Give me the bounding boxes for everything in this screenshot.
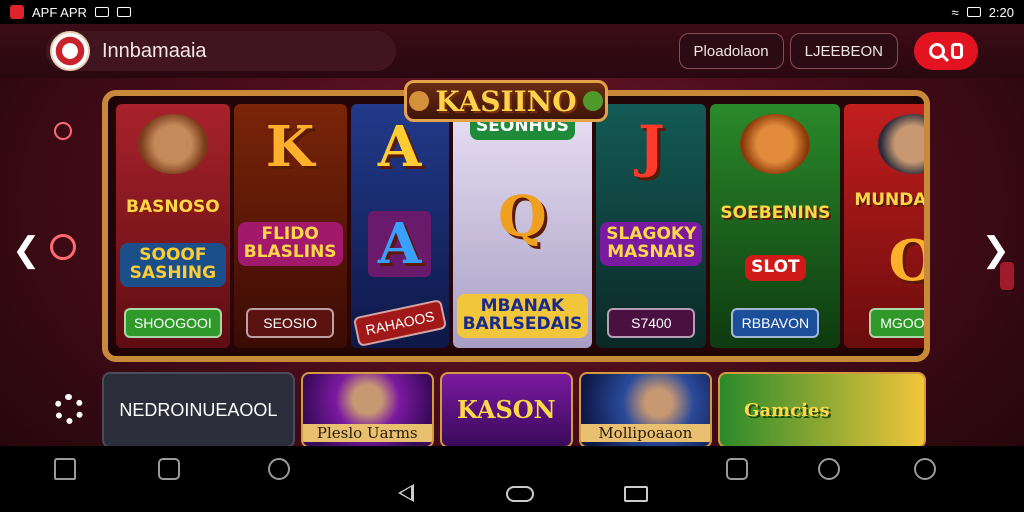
reel-3-top: A [377,114,422,180]
search-icon [929,43,945,59]
gear-icon[interactable] [54,394,84,424]
reel-7-top: MUNDAAAIS [854,190,927,211]
edit-icon[interactable] [726,458,748,480]
reel-6[interactable]: SOEBENINS SLOT RBBAVON [710,104,841,348]
card-2-label: Pleslo Uarms [302,424,432,442]
status-time: 2:20 [988,4,1014,20]
reel-2-button[interactable]: SEOSIO [246,308,335,338]
settings-icon[interactable] [914,458,936,480]
reels: BASNOSO SOOOF SASHING SHOOGOOI K FLIDO B… [116,104,924,348]
image-icon [116,7,131,17]
slot-machine: BASNOSO SOOOF SASHING SHOOGOOI K FLIDO B… [102,90,930,362]
reel-5[interactable]: J SLAGOKY MASNAIS S7400 [596,104,707,348]
card-5-label: Gamcies [744,399,830,421]
card-player[interactable]: Pleslo Uarms [300,372,434,448]
side-tab[interactable] [1000,262,1014,290]
reel-6-button[interactable]: RBBAVON [731,308,820,338]
header-button-1[interactable]: Ploadolaon [678,33,784,69]
reel-5-mid: SLAGOKY MASNAIS [600,222,703,266]
reel-1-top: BASNOSO [126,197,220,218]
record-icon[interactable] [54,122,72,140]
system-navigation [0,446,1024,512]
game-title: KASIINO [435,84,577,118]
reel-1-button[interactable]: SHOOGOOI [123,307,222,338]
chevron-left-icon[interactable]: ❮ [12,230,41,270]
reel-7-mid: O [888,228,924,294]
card-3-label: KASON [456,395,556,425]
reel-4-mid: Q [498,184,547,251]
reel-4-button[interactable]: MBANAK BARLSEDAIS [456,294,589,338]
card-multiplayer[interactable]: Mollipoaaon [578,372,712,448]
card-games[interactable]: Gamcies [717,372,926,448]
recents-icon[interactable] [624,486,648,502]
app-header: Innbamaaia Ploadolaon LJEEBEON [0,24,1024,78]
clover-icon [582,91,603,111]
reel-4[interactable]: SEONHUS Q MBANAK BARLSEDAIS [452,104,593,348]
game-title-plaque: KASIINO [404,80,608,122]
home-icon[interactable] [54,458,76,480]
fox-icon [740,114,811,174]
reel-6-mid: SLOT [745,254,806,281]
dog-icon [137,114,208,174]
reel-2-mid: FLIDO BLASLINS [237,222,343,266]
reel-7[interactable]: 99 MUNDAAAIS O MGOOON [844,104,927,348]
battery-icon [966,7,981,17]
ring-icon [951,43,963,59]
card-neonlabel[interactable]: NEDROINUEAOOL [102,372,295,448]
card-kason[interactable]: KASON [439,372,573,448]
brand-bar[interactable]: Innbamaaia [46,31,396,71]
reel-1[interactable]: BASNOSO SOOOF SASHING SHOOGOOI [116,104,230,348]
reel-2[interactable]: K FLIDO BLASLINS SEOSIO [233,104,347,348]
header-button-2[interactable]: LJEEBEON [789,33,898,69]
reel-3-button[interactable]: RAHAOOS [352,298,447,348]
reel-2-top: K [265,114,315,180]
card-1-label: NEDROINUEAOOL [119,399,278,420]
home-button-icon[interactable] [506,486,534,502]
app-notification-icon [10,5,24,19]
search-button[interactable] [914,32,978,70]
card-4-label: Mollipoaaon [580,424,710,442]
notification-icon [94,7,109,17]
reel-7-button[interactable]: MGOOON [868,307,924,338]
reel-1-mid: SOOOF SASHING [120,242,226,287]
wallet-icon[interactable] [158,458,180,480]
reel-5-top: J [638,114,665,180]
pretzel-icon [409,91,430,111]
status-bar: APF APR ≈ 2:20 [0,0,1024,24]
reel-3-mid: A [367,211,432,277]
players-icon [877,114,924,174]
wifi-icon: ≈ [951,4,959,20]
brand-name: Innbamaaia [102,39,207,62]
reel-3[interactable]: A A RAHAOOS [350,104,449,348]
reel-6-top: SOEBENINS [720,203,831,224]
reel-5-button[interactable]: S7400 [607,308,696,338]
back-icon[interactable] [398,484,414,502]
brand-logo [50,31,90,71]
refresh-icon[interactable] [818,458,840,480]
game-cards: NEDROINUEAOOL Pleslo Uarms KASON Mollipo… [102,372,926,448]
spin-icon[interactable] [50,234,76,260]
chip-icon[interactable] [268,458,290,480]
status-left-text: APF APR [32,4,87,20]
